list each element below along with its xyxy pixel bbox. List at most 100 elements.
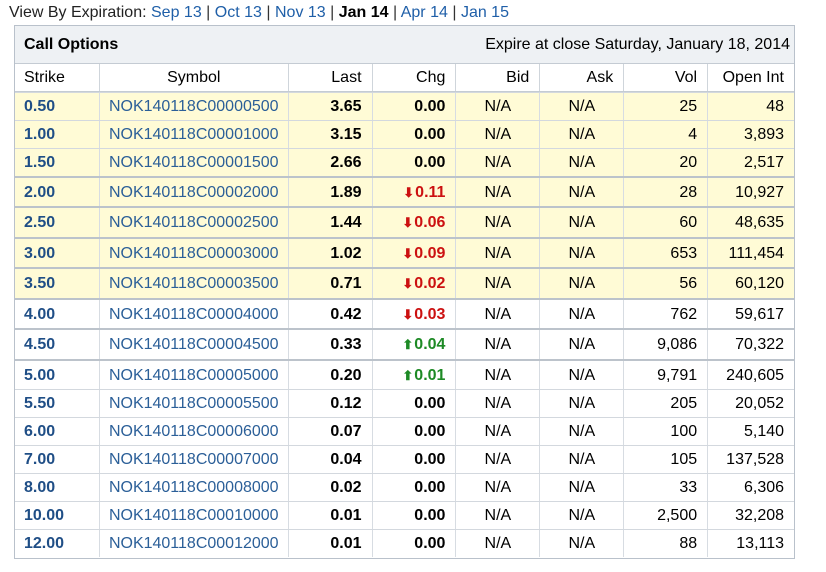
bid-value: N/A <box>455 269 539 298</box>
symbol-link[interactable]: NOK140118C00012000 <box>98 530 288 557</box>
nav-separator: | <box>330 4 335 21</box>
strike-link[interactable]: 3.00 <box>15 239 99 267</box>
volume-value: 2,500 <box>623 502 707 529</box>
strike-link[interactable]: 1.50 <box>15 149 99 176</box>
symbol-link[interactable]: NOK140118C00007000 <box>98 446 288 473</box>
strike-link[interactable]: 5.00 <box>15 361 99 389</box>
strike-link[interactable]: 0.50 <box>15 93 99 120</box>
bid-value: N/A <box>455 178 539 206</box>
change-value: 0.00 <box>414 126 446 143</box>
strike-link[interactable]: 5.50 <box>15 390 99 417</box>
open-interest-value: 240,605 <box>707 361 794 389</box>
bid-value: N/A <box>455 330 539 359</box>
open-interest-value: 48,635 <box>707 208 794 237</box>
bid-value: N/A <box>455 300 539 328</box>
change-cell: ⬇0.02 <box>371 269 456 298</box>
col-symbol[interactable]: Symbol <box>98 64 288 91</box>
call-options-panel: Call Options Expire at close Saturday, J… <box>14 25 795 559</box>
expiration-link: Jan 14 <box>338 4 389 21</box>
change-value: 0.09 <box>414 245 446 262</box>
table-row: 0.50 NOK140118C00000500 3.65 0.00 N/A N/A 25 48 <box>15 92 794 120</box>
open-interest-value: 6,306 <box>707 474 794 501</box>
open-interest-value: 137,528 <box>707 446 794 473</box>
change-cell: 0.00 <box>371 474 456 501</box>
strike-link[interactable]: 7.00 <box>15 446 99 473</box>
col-ask[interactable]: Ask <box>539 64 623 91</box>
volume-value: 9,086 <box>623 330 707 359</box>
strike-link[interactable]: 3.50 <box>15 269 99 298</box>
symbol-link[interactable]: NOK140118C00003000 <box>98 239 288 267</box>
panel-title: Call Options <box>24 36 119 53</box>
expiration-nav-label: View By Expiration: <box>9 4 147 21</box>
volume-value: 33 <box>623 474 707 501</box>
open-interest-value: 60,120 <box>707 269 794 298</box>
strike-link[interactable]: 8.00 <box>15 474 99 501</box>
arrow-down-icon: ⬇ <box>402 215 414 230</box>
table-row: 1.00 NOK140118C00001000 3.15 0.00 N/A N/A 4 3,8… <box>15 120 794 148</box>
strike-link[interactable]: 4.00 <box>15 300 99 328</box>
symbol-link[interactable]: NOK140118C00005000 <box>98 361 288 389</box>
symbol-link[interactable]: NOK140118C00010000 <box>98 502 288 529</box>
last-price: 0.07 <box>287 418 372 445</box>
expiration-link[interactable]: Jan 15 <box>461 4 509 21</box>
arrow-up-icon: ⬆ <box>402 337 414 352</box>
symbol-link[interactable]: NOK140118C00003500 <box>98 269 288 298</box>
ask-value: N/A <box>539 269 623 298</box>
ask-value: N/A <box>539 239 623 267</box>
strike-link[interactable]: 6.00 <box>15 418 99 445</box>
last-price: 3.65 <box>287 93 372 120</box>
volume-value: 20 <box>623 149 707 176</box>
expiration-link[interactable]: Apr 14 <box>401 4 448 21</box>
col-last[interactable]: Last <box>287 64 372 91</box>
expiration-link[interactable]: Sep 13 <box>151 4 202 21</box>
bid-value: N/A <box>455 530 539 557</box>
ask-value: N/A <box>539 474 623 501</box>
symbol-link[interactable]: NOK140118C00005500 <box>98 390 288 417</box>
ask-value: N/A <box>539 208 623 237</box>
change-value: 0.04 <box>414 336 446 353</box>
bid-value: N/A <box>455 93 539 120</box>
strike-link[interactable]: 10.00 <box>15 502 99 529</box>
expiration-link[interactable]: Oct 13 <box>215 4 262 21</box>
table-row: 5.50 NOK140118C00005500 0.12 0.00 N/A N/A 205 2… <box>15 389 794 417</box>
symbol-link[interactable]: NOK140118C00002000 <box>98 178 288 206</box>
table-row: 2.00 NOK140118C00002000 1.89 ⬇0.11 N/A N/A 28 1… <box>15 176 794 206</box>
expiration-link[interactable]: Nov 13 <box>275 4 326 21</box>
bid-value: N/A <box>455 149 539 176</box>
table-row: 4.00 NOK140118C00004000 0.42 ⬇0.03 N/A N/A 762… <box>15 298 794 328</box>
last-price: 0.01 <box>287 502 372 529</box>
change-cell: ⬆0.04 <box>371 330 456 359</box>
strike-link[interactable]: 2.50 <box>15 208 99 237</box>
bid-value: N/A <box>455 474 539 501</box>
col-chg[interactable]: Chg <box>371 64 456 91</box>
arrow-up-icon: ⬆ <box>402 368 414 383</box>
col-vol[interactable]: Vol <box>623 64 707 91</box>
strike-link[interactable]: 1.00 <box>15 121 99 148</box>
symbol-link[interactable]: NOK140118C00001000 <box>98 121 288 148</box>
bid-value: N/A <box>455 502 539 529</box>
col-open-int[interactable]: Open Int <box>707 64 794 91</box>
symbol-link[interactable]: NOK140118C00002500 <box>98 208 288 237</box>
last-price: 0.04 <box>287 446 372 473</box>
change-value: 0.03 <box>414 306 446 323</box>
symbol-link[interactable]: NOK140118C00004000 <box>98 300 288 328</box>
bid-value: N/A <box>455 239 539 267</box>
last-price: 1.44 <box>287 208 372 237</box>
symbol-link[interactable]: NOK140118C00006000 <box>98 418 288 445</box>
open-interest-value: 20,052 <box>707 390 794 417</box>
col-strike[interactable]: Strike <box>15 64 99 91</box>
open-interest-value: 59,617 <box>707 300 794 328</box>
symbol-link[interactable]: NOK140118C00001500 <box>98 149 288 176</box>
strike-link[interactable]: 4.50 <box>15 330 99 359</box>
strike-link[interactable]: 2.00 <box>15 178 99 206</box>
symbol-link[interactable]: NOK140118C00000500 <box>98 93 288 120</box>
symbol-link[interactable]: NOK140118C00004500 <box>98 330 288 359</box>
strike-link[interactable]: 12.00 <box>15 530 99 557</box>
arrow-down-icon: ⬇ <box>402 307 414 322</box>
bid-value: N/A <box>455 390 539 417</box>
col-bid[interactable]: Bid <box>455 64 539 91</box>
table-row: 10.00 NOK140118C00010000 0.01 0.00 N/A N/A 2,5… <box>15 501 794 529</box>
change-cell: 0.00 <box>371 93 456 120</box>
ask-value: N/A <box>539 446 623 473</box>
symbol-link[interactable]: NOK140118C00008000 <box>98 474 288 501</box>
